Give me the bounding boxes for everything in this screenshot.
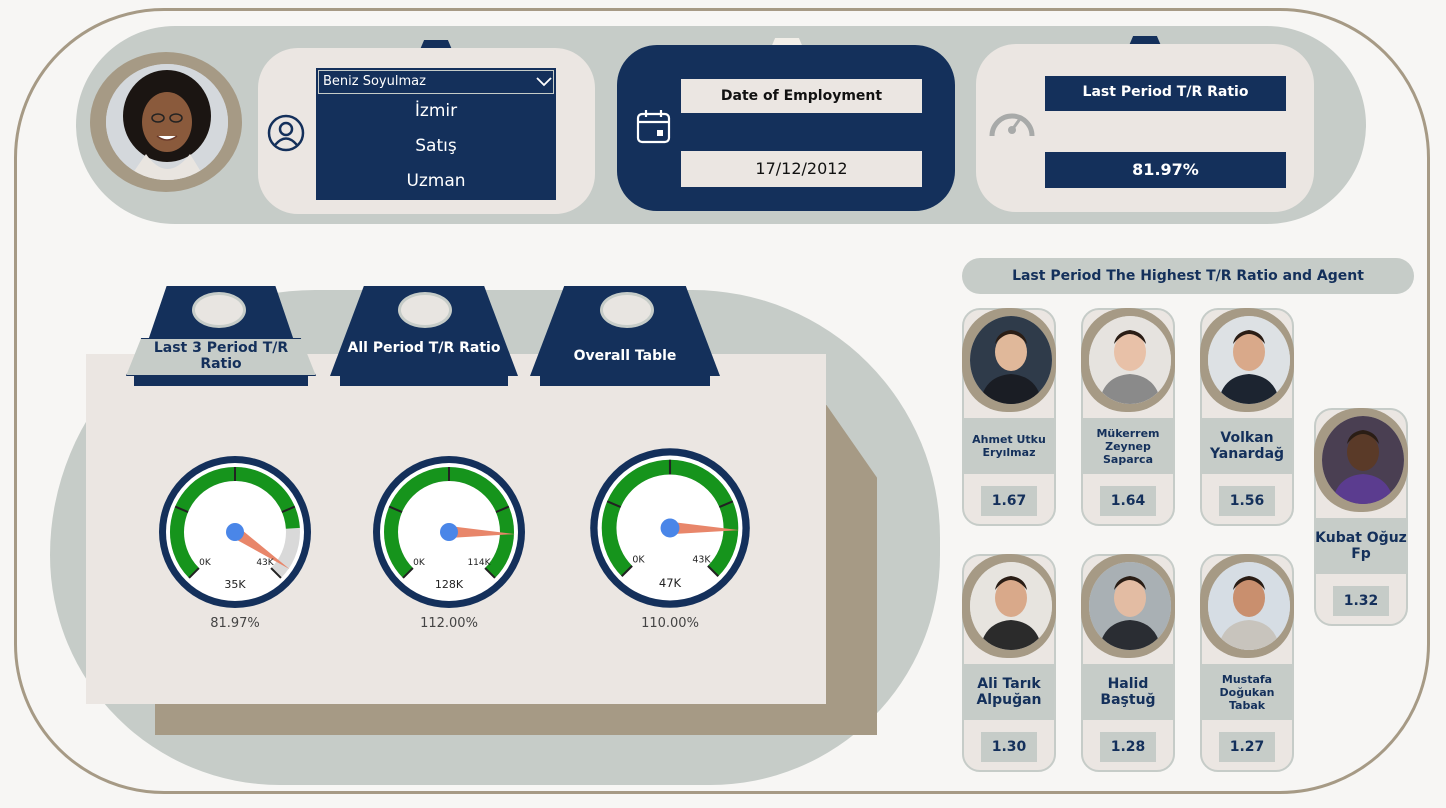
gauge-overall: 0K 43K 47K — [590, 448, 750, 608]
agent-name: Halid Baştuğ — [1081, 664, 1175, 720]
employment-date-label: Date of Employment — [681, 79, 922, 113]
agent-ratio: 1.67 — [981, 486, 1037, 516]
last-period-label: Last Period T/R Ratio — [1045, 76, 1286, 111]
gauge-value-label: 128K — [435, 578, 464, 591]
profile-photo — [106, 64, 228, 180]
agent-photo — [1089, 562, 1171, 650]
agent-photo — [1208, 316, 1290, 404]
last-period-value: 81.97% — [1045, 152, 1286, 188]
gauge-hub — [660, 518, 680, 538]
agent-photo — [1322, 416, 1404, 504]
gauge-all-period: 0K 114K128K — [373, 456, 525, 608]
chevron-down-icon[interactable] — [535, 73, 553, 89]
gauge-percent: 81.97% — [210, 616, 260, 631]
employee-title: Uzman — [406, 171, 466, 191]
agent-ratio: 1.56 — [1219, 486, 1275, 516]
gauge-value-label: 35K — [224, 578, 246, 591]
employee-dropdown[interactable]: Beniz Soyulmaz — [318, 70, 554, 94]
gauge-max-label: 43K — [256, 558, 274, 568]
agent-card[interactable]: Mustafa Doğukan Tabak 1.27 — [1200, 554, 1294, 772]
tab-label: Overall Table — [573, 348, 677, 364]
agent-photo — [1089, 316, 1171, 404]
agent-photo — [970, 562, 1052, 650]
tab-all-period[interactable]: All Period T/R Ratio — [330, 286, 518, 386]
user-circle-icon — [267, 114, 305, 152]
employee-dropdown-value: Beniz Soyulmaz — [323, 74, 426, 89]
calendar-icon — [635, 108, 673, 146]
agent-name: Mustafa Doğukan Tabak — [1200, 664, 1294, 720]
tab-label: All Period T/R Ratio — [347, 340, 501, 356]
tab-circle — [192, 292, 246, 328]
agents-title: Last Period The Highest T/R Ratio and Ag… — [962, 258, 1414, 294]
agent-card[interactable]: Kubat Oğuz Fp 1.32 — [1314, 408, 1408, 626]
agent-name: Ali Tarık Alpuğan — [962, 664, 1056, 720]
gauge-min-label: 0K — [199, 558, 212, 568]
speedometer-icon — [988, 100, 1036, 142]
gauge-last-3-period: 0K 43K 35K — [159, 456, 311, 608]
employee-department: Satış — [415, 136, 457, 156]
tab-overall-table[interactable]: Overall Table — [530, 286, 720, 386]
gauge-hub — [226, 523, 244, 541]
agent-name: Kubat Oğuz Fp — [1314, 518, 1408, 574]
agent-name: Mükerrem Zeynep Saparca — [1081, 418, 1175, 474]
gauge-max-label: 43K — [692, 555, 711, 566]
gauge-percent: 110.00% — [641, 616, 699, 631]
employee-city: İzmir — [414, 101, 458, 121]
agent-ratio: 1.32 — [1333, 586, 1389, 616]
gauge-hub — [440, 523, 458, 541]
gauge-min-label: 0K — [632, 555, 645, 566]
agent-ratio: 1.64 — [1100, 486, 1156, 516]
employment-date-value: 17/12/2012 — [681, 151, 922, 187]
agent-ratio: 1.27 — [1219, 732, 1275, 762]
agent-card[interactable]: Halid Baştuğ 1.28 — [1081, 554, 1175, 772]
agent-card[interactable]: Ali Tarık Alpuğan 1.30 — [962, 554, 1056, 772]
tab-label: Last 3 Period T/R Ratio — [153, 340, 289, 372]
gauge-value-label: 47K — [659, 576, 682, 590]
agent-card[interactable]: Mükerrem Zeynep Saparca 1.64 — [1081, 308, 1175, 526]
agent-card[interactable]: Ahmet Utku Eryılmaz 1.67 — [962, 308, 1056, 526]
agent-card[interactable]: Volkan Yanardağ 1.56 — [1200, 308, 1294, 526]
agent-ratio: 1.30 — [981, 732, 1037, 762]
agent-name: Volkan Yanardağ — [1200, 418, 1294, 474]
agent-photo — [1208, 562, 1290, 650]
gauge-min-label: 0K — [413, 558, 426, 568]
tab-circle — [600, 292, 654, 328]
agent-name: Ahmet Utku Eryılmaz — [962, 418, 1056, 474]
agent-photo — [970, 316, 1052, 404]
gauge-max-label: 114K — [467, 558, 491, 568]
gauge-percent: 112.00% — [420, 616, 478, 631]
tab-last-3-period[interactable]: Last 3 Period T/R Ratio — [126, 286, 316, 386]
agent-ratio: 1.28 — [1100, 732, 1156, 762]
tab-circle — [398, 292, 452, 328]
